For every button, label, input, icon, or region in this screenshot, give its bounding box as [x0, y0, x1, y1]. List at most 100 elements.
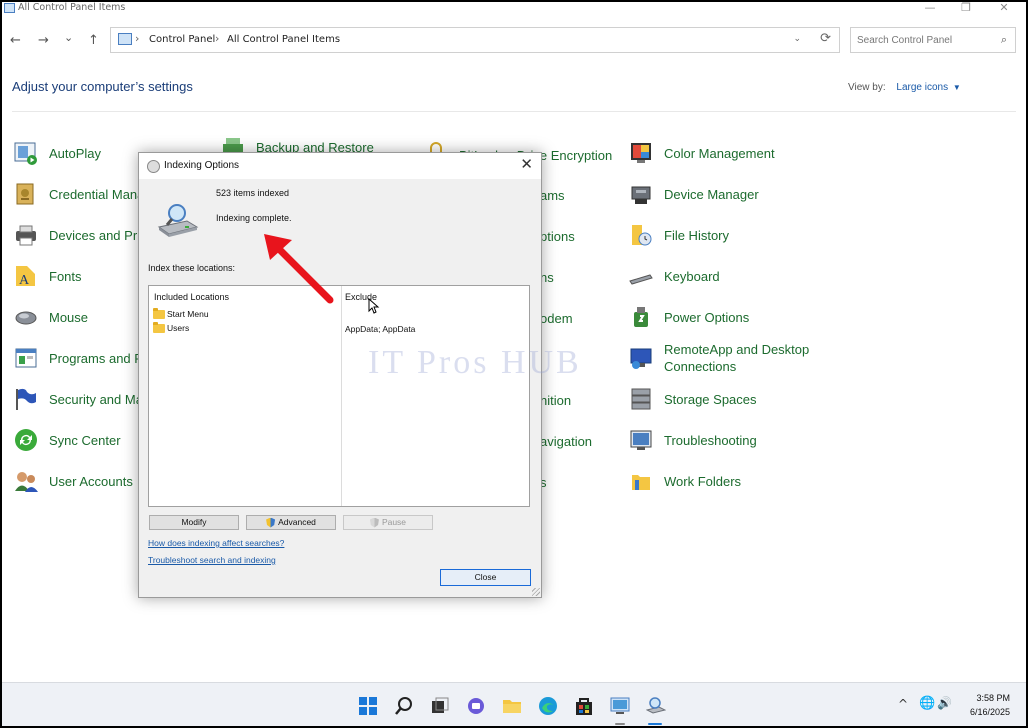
cp-item-devices-printers[interactable]: Devices and Prir — [13, 218, 144, 252]
taskbar: ^ 🌐 🔊 3:58 PM 6/16/2025 — [2, 682, 1026, 726]
search-icon[interactable] — [394, 696, 414, 716]
up-button[interactable]: ↑ — [88, 33, 99, 49]
cp-item-storage-spaces[interactable]: Storage Spaces — [628, 382, 757, 416]
breadcrumb-separator: › — [215, 32, 220, 45]
cp-item-label-partial[interactable]: odem — [540, 310, 573, 327]
indexing-magnifier-icon — [157, 203, 199, 237]
column-divider — [341, 286, 342, 506]
modify-button[interactable]: Modify — [149, 515, 239, 530]
sync-center-icon — [13, 427, 39, 453]
search-input[interactable] — [857, 32, 987, 48]
cp-item-power-options[interactable]: Power Options — [628, 300, 749, 334]
pause-button[interactable]: Pause — [343, 515, 433, 530]
cp-item-programs-features[interactable]: Programs and F — [13, 341, 142, 375]
advanced-button[interactable]: Advanced — [246, 515, 336, 530]
modify-label: Modify — [181, 517, 207, 527]
edge-icon[interactable] — [538, 696, 558, 716]
tray-overflow-icon[interactable]: ^ — [898, 697, 908, 711]
chevron-down-icon[interactable]: ▼ — [953, 83, 961, 92]
maximize-button[interactable]: ❐ — [948, 2, 984, 16]
security-maintenance-icon — [13, 386, 39, 412]
system-clock[interactable]: 3:58 PM 6/16/2025 — [960, 691, 1010, 719]
search-box[interactable]: ⌕ — [850, 27, 1016, 53]
running-indicator — [615, 723, 625, 725]
recent-locations-button[interactable]: ⌄ — [64, 30, 73, 46]
folder-icon — [153, 321, 165, 333]
dialog-title: Indexing Options — [164, 160, 240, 171]
store-icon[interactable] — [574, 696, 594, 716]
clock-time: 3:58 PM — [976, 693, 1010, 703]
cp-item-troubleshooting[interactable]: Troubleshooting — [628, 423, 757, 457]
address-bar[interactable]: › Control Panel › All Control Panel Item… — [110, 27, 840, 53]
indexing-status: Indexing complete. — [216, 213, 292, 223]
cp-item-label: Work Folders — [664, 473, 742, 489]
task-view-icon[interactable] — [430, 696, 450, 716]
cp-item-label-partial[interactable]: nition — [540, 392, 571, 409]
close-button[interactable]: Close — [440, 569, 531, 586]
address-dropdown-icon[interactable]: ⌄ — [793, 34, 801, 44]
dialog-titlebar: Indexing Options ✕ — [139, 153, 541, 179]
indexing-icon[interactable] — [646, 696, 666, 716]
cp-item-label-partial[interactable]: ptions — [540, 228, 575, 245]
indexing-affect-searches-link[interactable]: How does indexing affect searches? — [148, 538, 284, 548]
list-item[interactable]: Users — [153, 321, 190, 334]
view-by-control[interactable]: View by: Large icons ▼ — [848, 82, 961, 93]
cp-item-user-accounts[interactable]: User Accounts — [13, 464, 133, 498]
device-manager-icon — [628, 181, 654, 207]
view-by-value[interactable]: Large icons — [896, 82, 948, 93]
cp-item-sync-center[interactable]: Sync Center — [13, 423, 121, 457]
start-icon[interactable] — [358, 696, 378, 716]
troubleshoot-indexing-link[interactable]: Troubleshoot search and indexing — [148, 555, 276, 565]
cp-item-mouse[interactable]: Mouse — [13, 300, 88, 334]
control-panel-icon[interactable] — [610, 696, 630, 716]
locations-list[interactable]: Included Locations Exclude Start Menu Us… — [148, 285, 530, 507]
location-name: Users — [167, 323, 190, 333]
navigation-bar: ← → ⌄ ↑ › Control Panel › All Control Pa… — [2, 24, 1026, 58]
shield-icon — [369, 517, 379, 528]
dialog-close-icon[interactable]: ✕ — [520, 157, 533, 173]
search-icon[interactable]: ⌕ — [1001, 33, 1007, 47]
autoplay-icon — [13, 140, 39, 166]
credential-manager-icon — [13, 181, 39, 207]
file-explorer-icon[interactable] — [502, 696, 522, 716]
forward-button[interactable]: → — [38, 33, 49, 49]
page-title: Adjust your computer’s settings — [12, 79, 193, 94]
close-window-button[interactable]: ✕ — [986, 2, 1022, 16]
included-locations-header[interactable]: Included Locations — [154, 292, 229, 302]
cp-item-label: File History — [664, 227, 730, 243]
breadcrumb-control-panel[interactable]: Control Panel — [149, 33, 215, 47]
minimize-button[interactable]: — — [912, 2, 948, 16]
refresh-icon[interactable]: ⟳ — [820, 31, 831, 46]
cp-item-device-manager[interactable]: Device Manager — [628, 177, 759, 211]
cp-item-label: RemoteApp and Desktop Connections — [664, 342, 810, 374]
cp-item-label-partial[interactable]: ams — [540, 187, 565, 204]
cp-item-remoteapp[interactable]: RemoteApp and Desktop Connections — [628, 341, 834, 375]
cp-item-fonts[interactable]: A Fonts — [13, 259, 82, 293]
back-button[interactable]: ← — [10, 33, 21, 49]
cp-item-color-management[interactable]: Color Management — [628, 136, 775, 170]
cp-item-credential-manager[interactable]: Credential Mana — [13, 177, 144, 211]
remoteapp-icon — [628, 345, 654, 371]
power-options-icon — [628, 304, 654, 330]
troubleshooting-icon — [628, 427, 654, 453]
advanced-label: Advanced — [278, 517, 316, 527]
user-accounts-icon — [13, 468, 39, 494]
chat-icon[interactable] — [466, 696, 486, 716]
breadcrumb-all-items[interactable]: All Control Panel Items — [227, 33, 340, 47]
cp-item-autoplay[interactable]: AutoPlay — [13, 136, 101, 170]
volume-icon[interactable]: 🔊 — [937, 696, 952, 710]
resize-grip[interactable] — [532, 588, 540, 596]
view-by-label: View by: — [848, 82, 886, 93]
red-arrow-annotation — [264, 234, 334, 304]
cp-item-work-folders[interactable]: Work Folders — [628, 464, 741, 498]
mouse-icon — [13, 304, 39, 330]
network-icon[interactable]: 🌐 — [919, 696, 935, 711]
cp-item-label-partial[interactable]: avigation — [540, 433, 592, 450]
list-item[interactable]: Start Menu — [153, 307, 209, 320]
cp-item-security-maintenance[interactable]: Security and Ma — [13, 382, 143, 416]
cp-item-label-partial[interactable]: ns — [540, 269, 554, 286]
cp-item-label: Color Management — [664, 145, 775, 161]
color-management-icon — [628, 140, 654, 166]
cp-item-keyboard[interactable]: Keyboard — [628, 259, 720, 293]
cp-item-file-history[interactable]: File History — [628, 218, 729, 252]
